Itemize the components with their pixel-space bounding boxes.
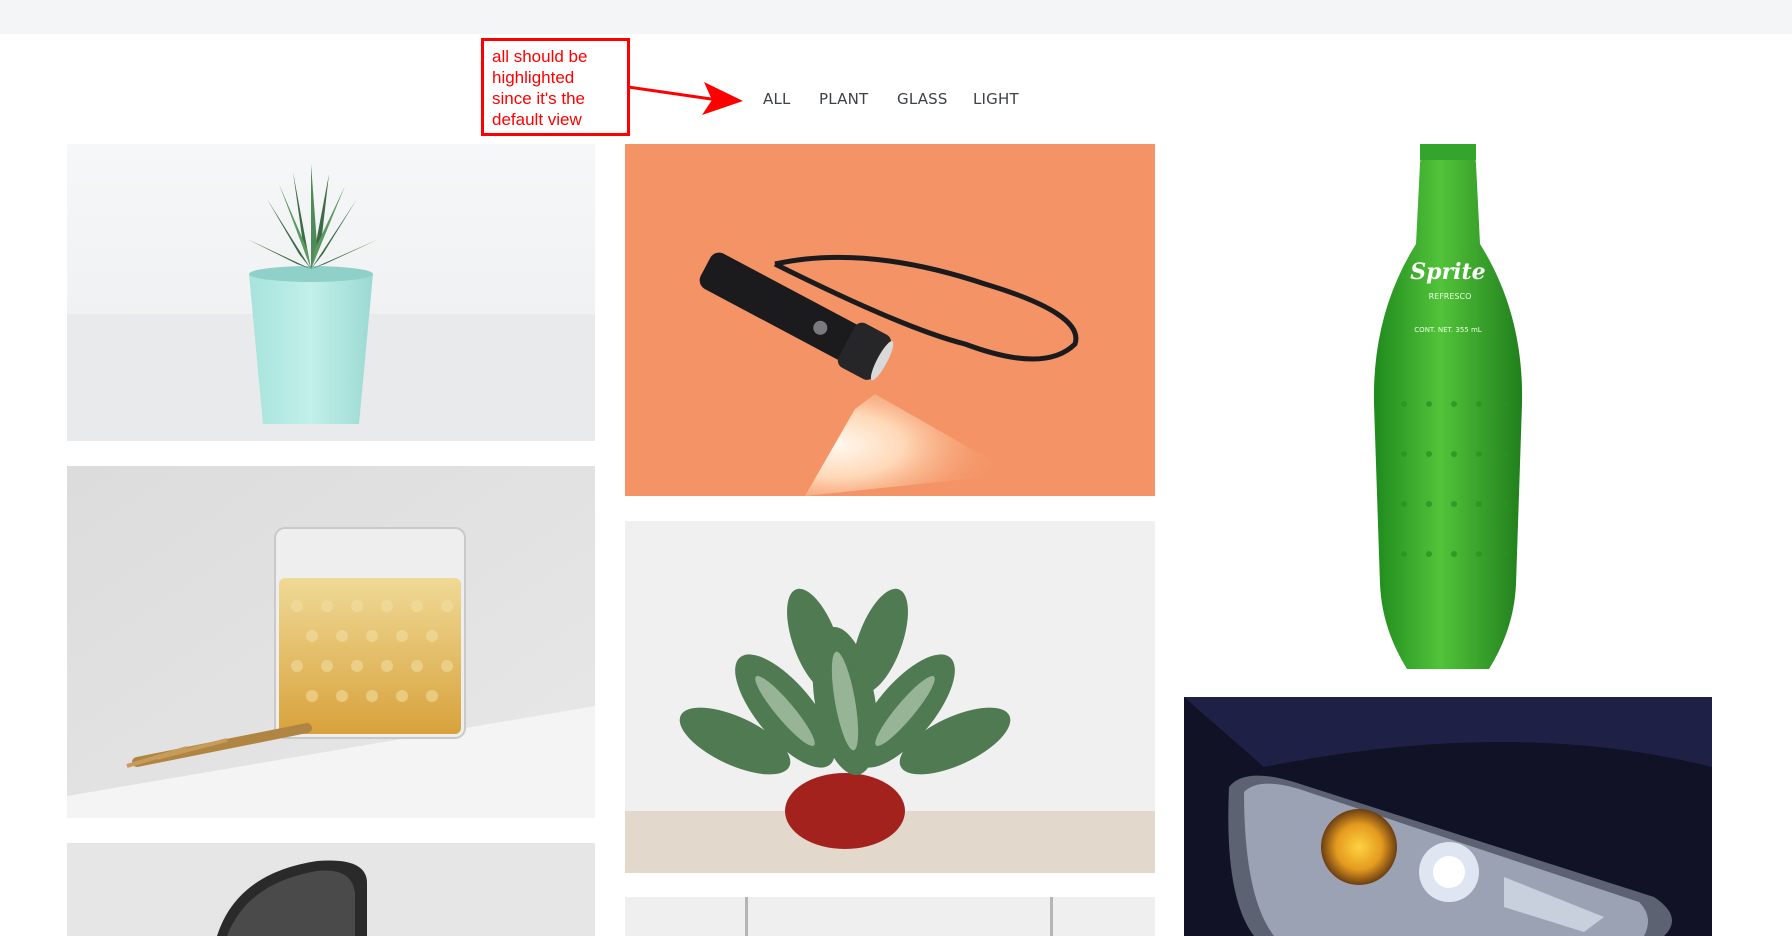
annotation-line: highlighted [492,68,575,87]
bottle-volume: CONT. NET. 355 mL [1414,326,1481,334]
filter-plant[interactable]: PLANT [819,90,868,108]
gallery-item-partial[interactable] [625,897,1155,936]
gallery-item-headlight[interactable] [1184,697,1712,936]
lamp-image [67,843,595,936]
top-bar [0,0,1792,34]
headlight-image [1184,697,1712,936]
glass-tumbler-image [67,466,595,818]
gallery-item-succulent[interactable] [67,144,595,441]
bottle-brand: Sprite [1410,259,1485,285]
gallery-item-flashlight[interactable] [625,144,1155,496]
annotation-callout: all should be highlighted since it's the… [481,38,630,136]
annotation-arrow-icon [628,82,743,115]
bottle-image: Sprite REFRESCO CONT. NET. 355 mL [1184,144,1712,674]
partial-image [625,897,1155,936]
annotation-line: default view [492,110,582,129]
flashlight-image [625,144,1155,496]
bottle-subtitle: REFRESCO [1429,292,1472,301]
filter-glass[interactable]: GLASS [897,90,948,108]
annotation-line: since it's the [492,89,586,108]
gallery-item-bottle[interactable]: Sprite REFRESCO CONT. NET. 355 mL [1184,144,1712,674]
gallery-item-potted-plant[interactable] [625,521,1155,873]
gallery-item-lamp[interactable] [67,843,595,936]
succulent-image [67,144,595,441]
gallery-item-glass-tumbler[interactable] [67,466,595,818]
potted-plant-image [625,521,1155,873]
filter-light[interactable]: LIGHT [973,90,1019,108]
annotation-line: all should be [492,47,588,66]
filter-all[interactable]: ALL [763,90,791,108]
